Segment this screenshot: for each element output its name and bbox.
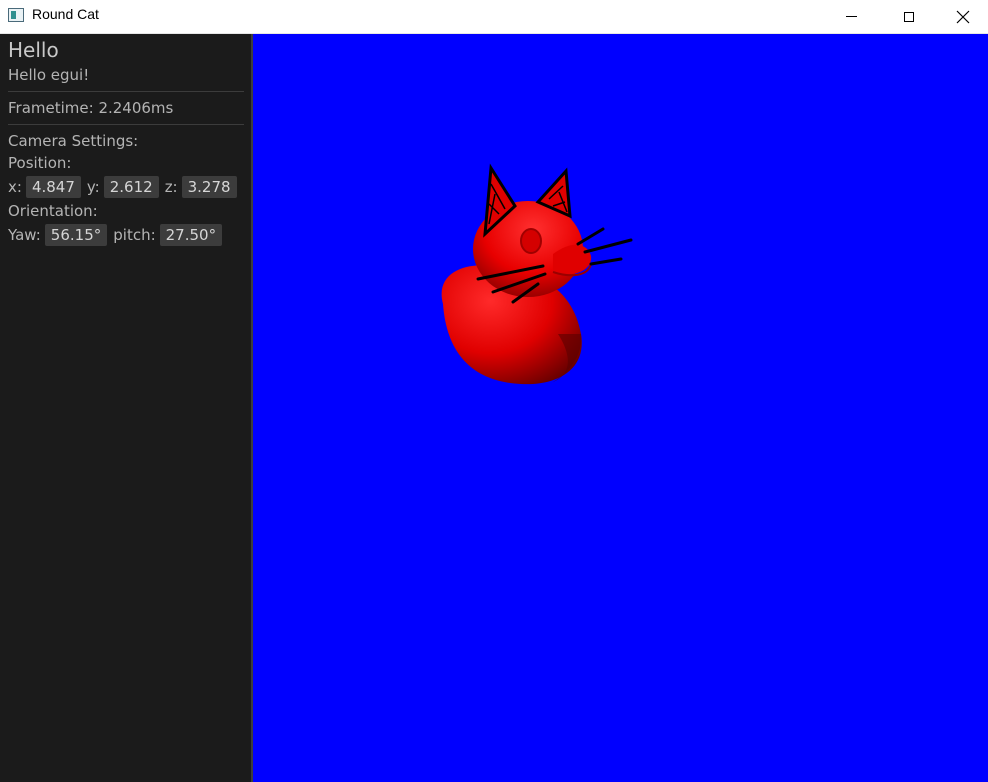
separator (8, 124, 244, 125)
window-title: Round Cat (32, 6, 99, 22)
y-drag-value[interactable]: 2.612 (103, 176, 159, 198)
app-window-icon (8, 8, 24, 22)
position-label: Position: (8, 154, 72, 172)
pitch-label: pitch: (113, 226, 156, 244)
x-drag-value[interactable]: 4.847 (25, 176, 81, 198)
panel-heading: Hello (8, 38, 59, 62)
yaw-label: Yaw: (8, 226, 41, 244)
close-icon (956, 10, 970, 23)
minimize-icon (845, 16, 857, 17)
z-label: z: (164, 178, 178, 196)
y-label: y: (86, 178, 100, 196)
x-label: x: (8, 178, 22, 196)
minimize-button[interactable] (822, 0, 880, 33)
yaw-drag-value[interactable]: 56.15° (44, 224, 108, 246)
z-drag-value[interactable]: 3.278 (181, 176, 237, 198)
3d-viewport[interactable] (253, 34, 988, 782)
pitch-drag-value[interactable]: 27.50° (159, 224, 223, 246)
position-row: x: 4.847 y: 2.612 z: 3.278 (8, 176, 243, 198)
close-button[interactable] (938, 0, 988, 33)
side-panel: Hello Hello egui! Frametime: 2.2406ms Ca… (0, 34, 253, 782)
orientation-row: Yaw: 56.15° pitch: 27.50° (8, 224, 228, 246)
greeting-label: Hello egui! (8, 66, 90, 84)
separator (8, 91, 244, 92)
round-cat-model (441, 163, 633, 385)
camera-settings-label: Camera Settings: (8, 132, 139, 150)
orientation-label: Orientation: (8, 202, 98, 220)
frametime-label: Frametime: 2.2406ms (8, 99, 174, 117)
maximize-icon (904, 11, 914, 22)
title-bar[interactable]: Round Cat (0, 0, 988, 34)
maximize-button[interactable] (880, 0, 938, 33)
